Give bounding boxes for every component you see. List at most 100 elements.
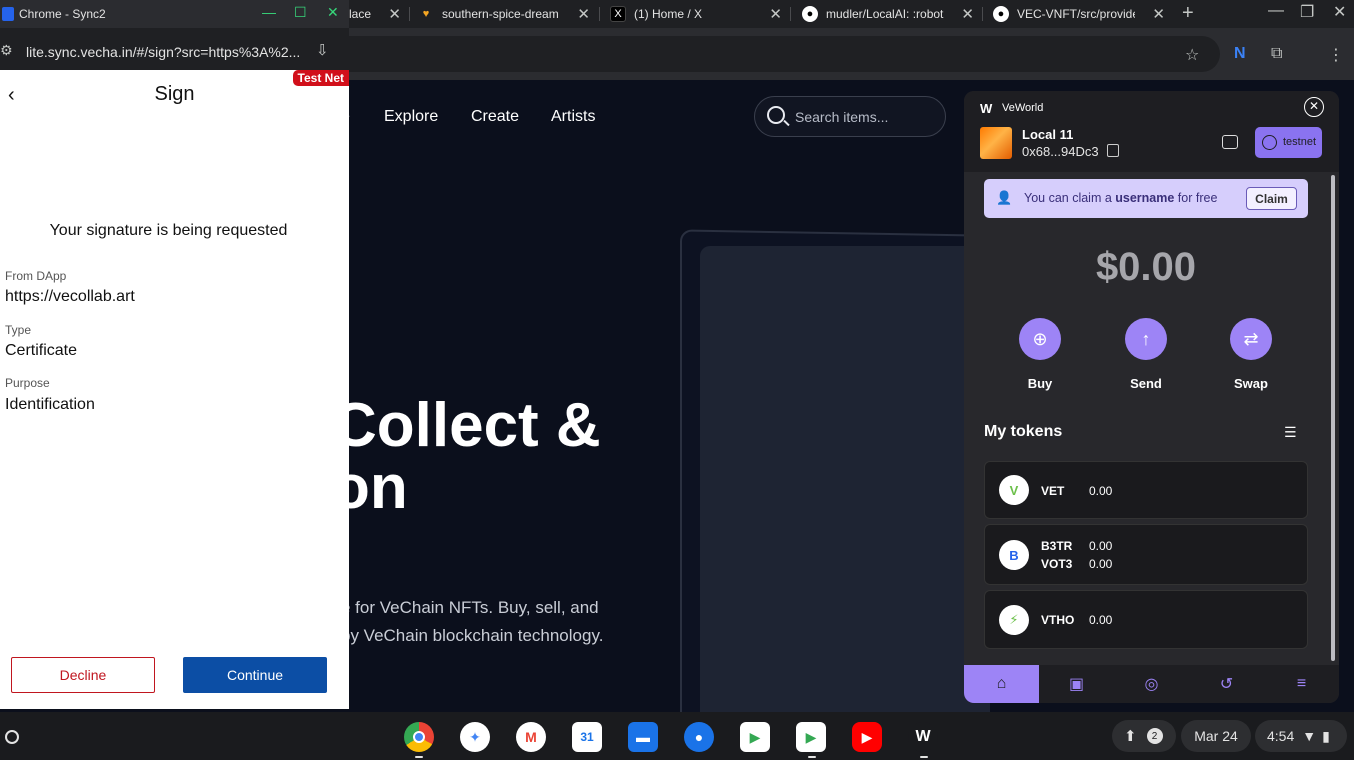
claim-button[interactable]: Claim (1246, 187, 1297, 210)
date-text: Mar 24 (1194, 728, 1238, 744)
sync2-titlebar: Chrome - Sync2 — ☐ ✕ (0, 0, 349, 28)
token-row-vet[interactable]: V VET 0.00 (984, 461, 1308, 519)
menu-icon[interactable]: ≡ (1264, 665, 1339, 703)
purpose-label: Purpose (5, 376, 50, 390)
veworld-logo-icon: W (980, 101, 993, 116)
tab-x-home[interactable]: X (1) Home / X ✕ (610, 0, 790, 28)
notification-count: 2 (1146, 728, 1163, 744)
close-icon[interactable]: ✕ (1304, 97, 1324, 117)
bookmark-star-icon[interactable]: ☆ (1185, 45, 1199, 65)
close-tab-icon[interactable]: ✕ (1152, 5, 1165, 23)
buy-label: Buy (1027, 376, 1053, 391)
network-selector[interactable]: testnet (1255, 127, 1322, 158)
close-tab-icon[interactable]: ✕ (577, 5, 590, 23)
history-icon[interactable]: ↺ (1189, 665, 1264, 703)
github-icon: ● (993, 6, 1009, 22)
balance-amount: $0.00 (1095, 245, 1197, 289)
nft-image-icon[interactable]: ▣ (1039, 665, 1114, 703)
close-window-icon[interactable]: ✕ (1333, 2, 1346, 22)
my-tokens-heading: My tokens (984, 423, 1063, 440)
swap-arrows-icon: ⇄ (1230, 318, 1272, 360)
tab-marketplace[interactable]: lace ✕ (349, 0, 409, 28)
account-bar: Local 11 0x68...94Dc3 testnet (964, 127, 1339, 172)
minimize-icon[interactable]: — (262, 4, 276, 20)
running-indicator (920, 756, 928, 758)
compass-icon[interactable]: ◎ (1114, 665, 1189, 703)
sync2-url[interactable]: lite.sync.vecha.in/#/sign?src=https%3A%2… (26, 44, 300, 60)
token-symbol: VET (1041, 484, 1065, 498)
notification-tray[interactable]: ⬆ 2 (1112, 720, 1176, 752)
decline-button[interactable]: Decline (11, 657, 155, 693)
account-address: 0x68...94Dc3 (1022, 144, 1099, 159)
close-tab-icon[interactable]: ✕ (388, 5, 401, 23)
sync2-logo-icon (2, 7, 14, 21)
swap-button[interactable]: ⇄ Swap (1221, 318, 1281, 391)
wifi-icon: ▼ (1302, 728, 1317, 744)
extensions-puzzle-icon[interactable]: ⧉ (1271, 45, 1282, 63)
tab-southern-spice[interactable]: ♥ southern-spice-dream ✕ (418, 0, 598, 28)
buy-button[interactable]: ⊕ Buy (1010, 318, 1070, 391)
type-value: Certificate (5, 342, 78, 359)
maximize-icon[interactable]: ☐ (294, 4, 307, 21)
tab-label: southern-spice-dream (442, 7, 559, 21)
github-icon: ● (802, 6, 818, 22)
continue-button[interactable]: Continue (183, 657, 327, 693)
install-app-icon[interactable]: ⇩ (316, 41, 329, 59)
send-button[interactable]: ↑ Send (1116, 318, 1176, 391)
battery-icon: ▮ (1322, 727, 1330, 744)
sign-title: Sign (154, 83, 195, 105)
youtube-app-icon[interactable]: ▶ (852, 722, 882, 752)
gmail-app-icon[interactable]: M (516, 722, 546, 752)
avatar[interactable] (980, 127, 1012, 159)
from-dapp-label: From DApp (5, 269, 67, 283)
swap-label: Swap (1234, 376, 1268, 391)
close-window-icon[interactable]: ✕ (327, 4, 339, 21)
veworld-app-icon[interactable]: W (908, 722, 938, 752)
home-icon[interactable]: ⌂ (964, 665, 1039, 703)
gemini-app-icon[interactable]: ✦ (460, 722, 490, 752)
wallet-icon[interactable] (1222, 135, 1238, 149)
nav-item-artists[interactable]: Artists (551, 108, 595, 126)
messages-app-icon[interactable]: ● (684, 722, 714, 752)
play-store-app-icon[interactable]: ▶ (796, 722, 826, 752)
token-symbol: B3TR (1041, 539, 1073, 553)
token-amount-secondary: 0.00 (1089, 557, 1113, 571)
status-tray[interactable]: 4:54 ▼ ▮ (1255, 720, 1347, 752)
nav-item-create[interactable]: Create (471, 108, 519, 126)
more-menu-icon[interactable]: ⋮ (1328, 45, 1344, 65)
date-tray[interactable]: Mar 24 (1181, 720, 1251, 752)
clock-text: 4:54 (1267, 728, 1295, 744)
calendar-app-icon[interactable]: 31 (572, 722, 602, 752)
account-name: Local 11 (1022, 127, 1074, 142)
close-tab-icon[interactable]: ✕ (961, 5, 974, 23)
minimize-icon[interactable]: — (1268, 2, 1284, 20)
launcher-icon[interactable] (5, 730, 19, 744)
chrome-app-icon[interactable] (404, 722, 434, 752)
token-row-b3tr[interactable]: B B3TR 0.00 VOT3 0.00 (984, 524, 1308, 585)
token-amount: 0.00 (1089, 484, 1113, 498)
scrollbar[interactable] (1331, 175, 1335, 661)
meet-app-icon[interactable]: ▶ (740, 722, 770, 752)
running-indicator (415, 756, 423, 758)
filter-sliders-icon[interactable]: ☰ (1284, 424, 1297, 441)
extension-n-icon[interactable]: N (1234, 45, 1246, 63)
search-input[interactable]: Search items... (754, 96, 946, 137)
veworld-brand: VeWorld (1002, 102, 1044, 114)
token-symbol-secondary: VOT3 (1041, 557, 1073, 571)
vet-logo-icon: V (999, 475, 1029, 505)
close-tab-icon[interactable]: ✕ (769, 5, 782, 23)
heart-icon: ♥ (422, 8, 430, 20)
copy-icon[interactable] (1107, 144, 1119, 157)
site-info-icon[interactable]: ⚙ (0, 42, 13, 59)
running-indicator (808, 756, 816, 758)
tab-vec-vnft[interactable]: ● VEC-VNFT/src/provide ✕ (993, 0, 1173, 28)
tab-localai[interactable]: ● mudler/LocalAI: :robot ✕ (802, 0, 982, 28)
type-label: Type (5, 323, 32, 337)
restore-icon[interactable]: ❐ (1300, 2, 1314, 22)
nav-item-explore[interactable]: Explore (384, 108, 438, 126)
token-row-vtho[interactable]: ⚡ VTHO 0.00 (984, 590, 1308, 649)
b3tr-logo-icon: B (999, 540, 1029, 570)
new-tab-button[interactable]: + (1182, 2, 1194, 25)
vtho-logo-icon: ⚡ (999, 605, 1029, 635)
files-app-icon[interactable]: ▬ (628, 722, 658, 752)
